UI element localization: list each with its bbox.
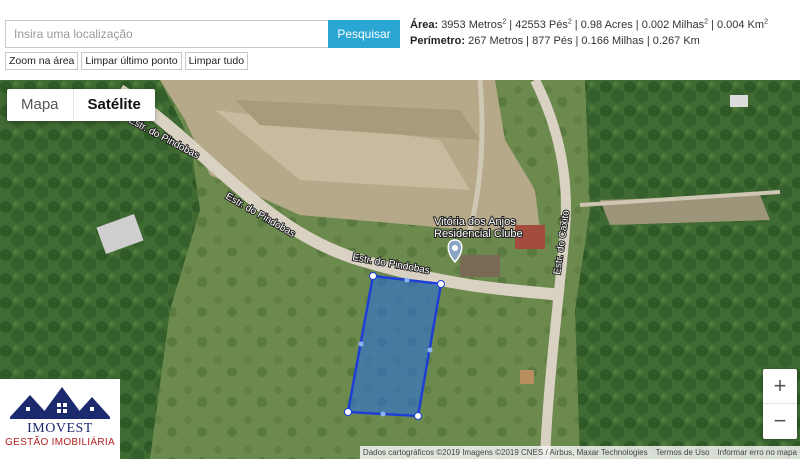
zoom-control: + − (763, 369, 797, 439)
superscript: 2 (764, 18, 768, 26)
polygon-midpoint[interactable] (427, 347, 433, 353)
area-label: Área: (410, 19, 439, 31)
separator: | (571, 19, 581, 31)
clear-all-button[interactable]: Limpar tudo (184, 52, 249, 70)
zoom-to-area-button[interactable]: Zoom na área (5, 52, 79, 70)
attribution-text: Dados cartográficos ©2019 Imagens ©2019 … (362, 448, 648, 457)
report-error-link[interactable]: Informar erro no mapa (717, 446, 797, 459)
polygon-vertex[interactable] (344, 408, 352, 416)
clear-last-point-button[interactable]: Limpar último ponto (81, 52, 182, 70)
polygon-midpoint[interactable] (404, 277, 410, 283)
zoom-out-button[interactable]: − (763, 404, 797, 439)
logo-name: IMOVEST (27, 421, 93, 436)
area-km: 0.004 Km (716, 19, 765, 31)
measure-tools: Zoom na área Limpar último ponto Limpar … (5, 52, 249, 70)
polygon-vertex[interactable] (437, 280, 445, 288)
zoom-in-button[interactable]: + (763, 369, 797, 404)
houses-logo-icon (10, 387, 110, 419)
area-miles: 0.002 Milhas (641, 19, 705, 31)
satellite-imagery: Estr. do Pindobas Estr. do Pindobas Estr… (0, 80, 800, 459)
search-button[interactable]: Pesquisar (328, 20, 400, 48)
separator: | (707, 19, 717, 31)
map-type-control: Mapa Satélite (7, 89, 155, 121)
polygon-midpoint[interactable] (380, 411, 386, 417)
perimeter-readout: Perímetro: 267 Metros | 877 Pés | 0.166 … (410, 34, 795, 48)
terms-link[interactable]: Termos de Uso (656, 446, 710, 459)
area-feet: 42553 Pés (515, 19, 568, 31)
measurement-readout: Área: 3953 Metros2 | 42553 Pés2 | 0.98 A… (410, 18, 795, 48)
map-type-map-button[interactable]: Mapa (7, 89, 74, 121)
polygon-vertex[interactable] (369, 272, 377, 280)
separator: | (632, 19, 642, 31)
area-meters: 3953 Metros (441, 19, 503, 31)
place-label: Residencial Clube (434, 228, 523, 240)
perimeter-value: 267 Metros | 877 Pés | 0.166 Milhas | 0.… (468, 35, 700, 47)
polygon-midpoint[interactable] (358, 341, 364, 347)
area-readout: Área: 3953 Metros2 | 42553 Pés2 | 0.98 A… (410, 18, 795, 32)
place-label: Vitória dos Anjos (434, 216, 516, 228)
area-acres: 0.98 Acres (580, 19, 633, 31)
map-attribution: Dados cartográficos ©2019 Imagens ©2019 … (359, 446, 800, 459)
location-search-input[interactable] (5, 20, 334, 48)
logo-tagline: GESTÃO IMOBILIÁRIA (5, 437, 115, 448)
search-bar: Pesquisar (5, 20, 400, 48)
satellite-map[interactable]: Estr. do Pindobas Estr. do Pindobas Estr… (0, 80, 800, 459)
separator: | (506, 19, 516, 31)
toolbar: Pesquisar Zoom na área Limpar último pon… (0, 0, 800, 80)
perimeter-label: Perímetro: (410, 35, 466, 47)
polygon-vertex[interactable] (414, 412, 422, 420)
map-type-satellite-button[interactable]: Satélite (74, 89, 155, 121)
company-logo: IMOVEST GESTÃO IMOBILIÁRIA (0, 379, 120, 459)
